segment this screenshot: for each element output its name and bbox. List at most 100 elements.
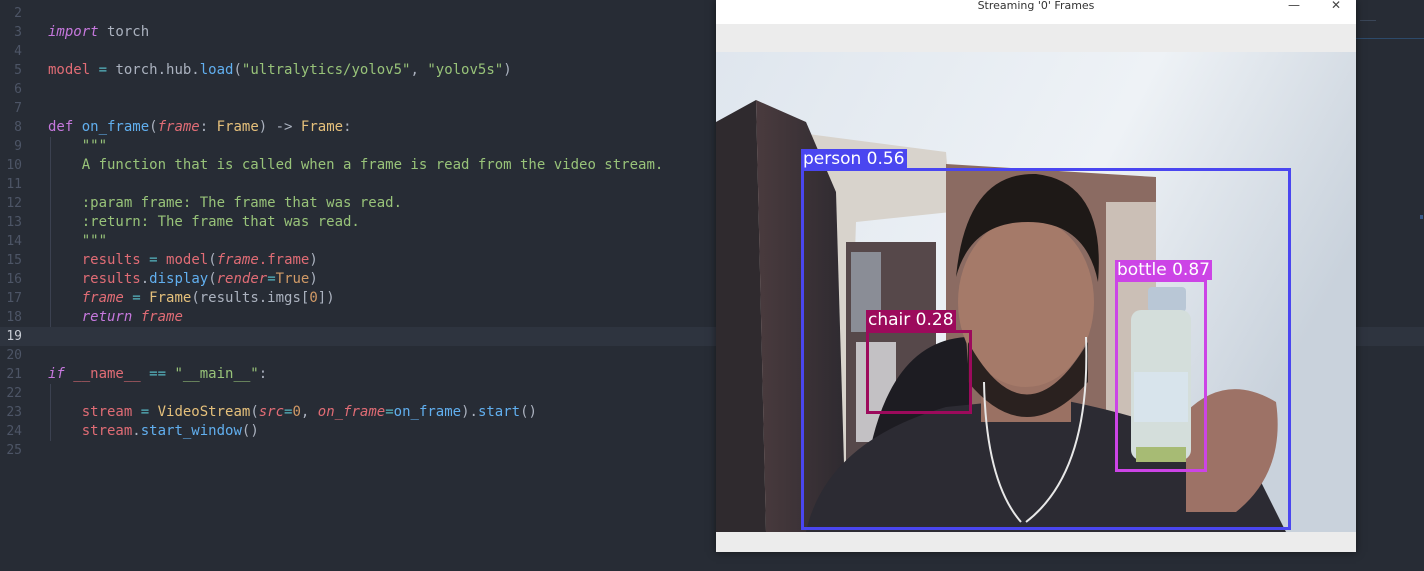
- code-token: frame: [132, 309, 183, 325]
- code-token: (: [208, 252, 217, 268]
- code-token: (): [241, 423, 259, 439]
- line-number: 9: [14, 139, 22, 154]
- code-token: (: [233, 62, 242, 78]
- code-token: :: [199, 119, 217, 135]
- code-line[interactable]: 9 """: [0, 137, 720, 156]
- code-line[interactable]: 11: [0, 175, 720, 194]
- line-number: 20: [6, 348, 22, 363]
- code-token: model: [48, 62, 91, 78]
- code-token: start_window: [140, 423, 242, 439]
- line-number: 11: [6, 177, 22, 192]
- code-token: =: [385, 404, 394, 420]
- code-line[interactable]: 14 """: [0, 232, 720, 251]
- code-token: =: [140, 252, 167, 268]
- video-frame: person 0.56 chair 0.28 bottle 0.87: [716, 52, 1356, 532]
- code-line[interactable]: 4: [0, 42, 720, 61]
- code-token: results: [81, 252, 141, 268]
- line-number: 23: [6, 405, 22, 420]
- code-line[interactable]: 17 frame = Frame(results.imgs[0]): [0, 289, 720, 308]
- code-token: VideoStream: [157, 404, 251, 420]
- line-number: 12: [6, 196, 22, 211]
- window-statusbar: [716, 532, 1356, 552]
- line-number: 7: [14, 101, 22, 116]
- code-line[interactable]: 5 model = torch.hub.load("ultralytics/yol…: [0, 61, 720, 80]
- line-number: 4: [14, 44, 22, 59]
- code-token: :: [258, 366, 268, 382]
- stream-window[interactable]: Streaming '0' Frames — ✕ person 0.56 cha…: [716, 0, 1356, 552]
- code-token: ==: [140, 366, 175, 382]
- code-line[interactable]: 24 stream.start_window(): [0, 422, 720, 441]
- code-token: display: [149, 271, 209, 287]
- line-number: 13: [6, 215, 22, 230]
- detection-box-chair: [866, 330, 972, 414]
- line-number: 16: [6, 272, 22, 287]
- code-line[interactable]: 6: [0, 80, 720, 99]
- code-token: :: [343, 119, 352, 135]
- code-line[interactable]: 2: [0, 4, 720, 23]
- line-number: 21: [6, 367, 22, 382]
- code-token: def: [48, 119, 82, 135]
- code-token: """: [48, 138, 108, 154]
- code-token: ).: [461, 404, 478, 420]
- line-number: 2: [14, 6, 22, 21]
- scrollbar-marker: [1420, 215, 1423, 219]
- code-token: on_frame: [317, 404, 386, 420]
- window-title: Streaming '0' Frames: [977, 0, 1095, 12]
- code-line[interactable]: 18 return frame: [0, 308, 720, 327]
- code-token: results: [81, 271, 141, 287]
- code-token: """: [48, 233, 108, 249]
- code-line[interactable]: 22: [0, 384, 720, 403]
- code-token: .: [140, 271, 150, 287]
- code-line[interactable]: 10 A function that is called when a fram…: [0, 156, 720, 175]
- code-line[interactable]: 21 if __name__ == "__main__":: [0, 365, 720, 384]
- code-line[interactable]: 3 import torch: [0, 23, 720, 42]
- code-line[interactable]: 20: [0, 346, 720, 365]
- code-line[interactable]: 16 results.display(render=True): [0, 270, 720, 289]
- code-token: on_frame: [393, 404, 462, 420]
- code-token: "yolov5s": [427, 62, 504, 78]
- code-token: True: [275, 271, 310, 287]
- line-number: 15: [6, 253, 22, 268]
- code-token: ): [503, 62, 512, 78]
- detection-box-bottle: [1115, 279, 1207, 472]
- code-token: "ultralytics/yolov5": [241, 62, 411, 78]
- code-token: 0: [309, 290, 318, 306]
- code-token: torch: [98, 24, 150, 40]
- code-token: Frame: [216, 119, 259, 135]
- code-line[interactable]: 7: [0, 99, 720, 118]
- window-toolbar: [716, 24, 1356, 52]
- code-token: return: [81, 309, 133, 325]
- code-token: frame: [157, 119, 200, 135]
- code-token: render: [216, 271, 268, 287]
- code-token: (: [149, 119, 158, 135]
- minimize-button[interactable]: —: [1280, 0, 1308, 12]
- code-line[interactable]: 13 :return: The frame that was read.: [0, 213, 720, 232]
- close-button[interactable]: ✕: [1322, 0, 1350, 12]
- code-token: (: [250, 404, 259, 420]
- code-line[interactable]: 23 stream = VideoStream(src=0, on_frame=…: [0, 403, 720, 422]
- code-line[interactable]: 12 :param frame: The frame that was read…: [0, 194, 720, 213]
- window-titlebar[interactable]: Streaming '0' Frames — ✕: [716, 0, 1356, 24]
- code-token: stream: [81, 404, 133, 420]
- code-line[interactable]: 15 results = model(frame.frame): [0, 251, 720, 270]
- code-token: :param frame: The frame that was read.: [48, 195, 403, 211]
- code-token: ]): [317, 290, 335, 306]
- code-token: 0: [292, 404, 301, 420]
- code-token: "__main__": [174, 366, 259, 382]
- minimap-decoration: [1360, 20, 1376, 21]
- code-line[interactable]: 8 def on_frame(frame: Frame) -> Frame:: [0, 118, 720, 137]
- code-line[interactable]: 25: [0, 441, 720, 460]
- line-number: 14: [6, 234, 22, 249]
- code-token: Frame: [300, 119, 344, 135]
- code-token: stream: [81, 423, 133, 439]
- code-token: if: [48, 366, 65, 382]
- code-token: start: [477, 404, 521, 420]
- code-token: ): [309, 252, 318, 268]
- code-token: ,: [410, 62, 428, 78]
- code-token: (): [520, 404, 537, 420]
